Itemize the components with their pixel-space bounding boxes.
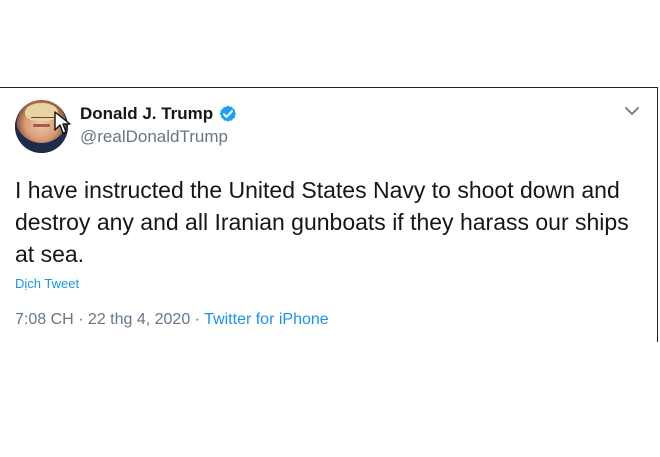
chevron-down-icon[interactable] — [623, 102, 641, 120]
timestamp[interactable]: 7:08 CH · 22 thg 4, 2020 — [15, 311, 190, 328]
verified-badge-icon — [219, 105, 237, 122]
tweet-card: Donald J. Trump @realDonaldTrump I have … — [0, 87, 658, 342]
tweet-metadata: 7:08 CH · 22 thg 4, 2020 · Twitter for i… — [15, 310, 329, 330]
author-name-row: Donald J. Trump — [80, 102, 238, 126]
username-handle[interactable]: @realDonaldTrump — [80, 126, 228, 148]
source-link[interactable]: Twitter for iPhone — [204, 311, 329, 328]
display-name[interactable]: Donald J. Trump — [80, 103, 213, 125]
tweet-text: I have instructed the United States Navy… — [15, 177, 629, 267]
mouse-cursor-icon — [54, 111, 71, 134]
translate-tweet-link[interactable]: Dịch Tweet — [15, 275, 79, 292]
page: Donald J. Trump @realDonaldTrump I have … — [0, 0, 660, 457]
metadata-separator: · — [190, 311, 205, 328]
